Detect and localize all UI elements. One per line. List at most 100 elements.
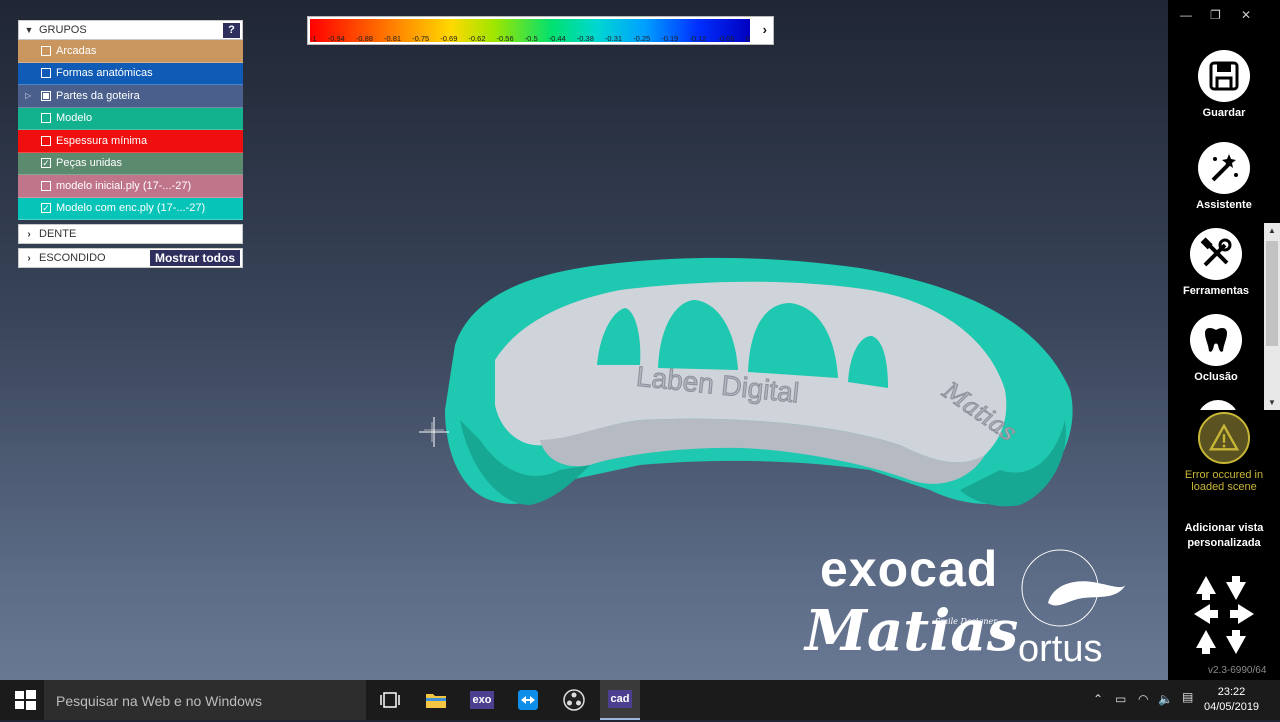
- scale-tick-label: -0.5: [524, 34, 538, 43]
- group-label: modelo inicial.ply (17-...-27): [56, 179, 192, 192]
- show-all-button[interactable]: Mostrar todos: [149, 250, 240, 266]
- notifications-icon[interactable]: ▤: [1182, 690, 1193, 704]
- group-checkbox[interactable]: [41, 90, 51, 101]
- groups-title: GRUPOS: [39, 24, 87, 36]
- groups-header[interactable]: ▼ GRUPOS ?: [18, 20, 243, 40]
- scale-tick-label: -0.44: [548, 34, 566, 43]
- file-explorer-icon[interactable]: [424, 688, 448, 712]
- group-label: Formas anatómicas: [56, 67, 153, 80]
- dente-label: DENTE: [39, 228, 77, 240]
- minimize-button[interactable]: —: [1180, 8, 1192, 22]
- help-button[interactable]: ?: [223, 23, 240, 38]
- ferramentas-button[interactable]: Ferramentas: [1166, 228, 1266, 297]
- group-row[interactable]: Arcadas: [18, 40, 243, 63]
- group-label: Modelo: [56, 112, 93, 125]
- oclusao-label: Oclusão: [1194, 371, 1238, 383]
- tray-battery-icon[interactable]: ▭: [1115, 692, 1126, 706]
- taskbar-app-cad[interactable]: cad: [600, 680, 640, 720]
- toolbar-scrollbar[interactable]: ▲ ▼: [1264, 223, 1280, 410]
- chevron-down-icon: ▼: [24, 25, 34, 35]
- group-checkbox[interactable]: ✓: [41, 158, 51, 169]
- assistente-button[interactable]: Assistente: [1174, 142, 1274, 211]
- partial-tool-icon: [1197, 400, 1239, 410]
- tray-chevron-up-icon[interactable]: ⌃: [1093, 692, 1103, 706]
- restore-button[interactable]: ❐: [1210, 8, 1221, 22]
- chevron-right-icon: ›: [27, 252, 31, 264]
- group-label: Arcadas: [56, 44, 97, 57]
- group-row[interactable]: ▷ Partes da goteira: [18, 85, 243, 108]
- cad-app-label: cad: [607, 690, 633, 708]
- dente-section[interactable]: › DENTE: [18, 224, 243, 244]
- group-row[interactable]: modelo inicial.ply (17-...-27): [18, 175, 243, 198]
- groups-panel: ▼ GRUPOS ? Arcadas Formas anatómicas ▷ Part…: [18, 20, 243, 268]
- scale-tick-label: -0.88: [355, 34, 373, 43]
- group-checkbox[interactable]: [41, 113, 51, 124]
- group-row[interactable]: Formas anatómicas: [18, 62, 243, 85]
- scale-tick-label: -0.94: [327, 34, 345, 43]
- close-button[interactable]: ✕: [1241, 8, 1251, 22]
- obs-icon[interactable]: [562, 688, 586, 712]
- save-icon: [1198, 50, 1250, 102]
- ortus-logo-mark: [1021, 549, 1126, 627]
- scrollbar-thumb[interactable]: [1266, 241, 1278, 346]
- error-indicator[interactable]: Error occured in loaded scene: [1174, 412, 1274, 493]
- group-checkbox[interactable]: [41, 180, 51, 191]
- group-label: Modelo com enc.ply (17-...-27): [56, 202, 206, 215]
- group-row[interactable]: ✓ Modelo com enc.ply (17-...-27): [18, 197, 243, 220]
- escondido-section[interactable]: › ESCONDIDO Mostrar todos: [18, 248, 243, 268]
- scale-tick-label: -0.62: [468, 34, 486, 43]
- clock-date: 04/05/2019: [1204, 701, 1260, 713]
- scale-tick-label: -0.75: [412, 34, 430, 43]
- chevron-right-icon: ›: [27, 228, 31, 240]
- group-checkbox[interactable]: [41, 68, 51, 79]
- view-navigation-arrows-icon[interactable]: [1190, 570, 1258, 658]
- group-checkbox[interactable]: ✓: [41, 203, 51, 214]
- windows-taskbar: Pesquisar na Web e no Windows exo cad ⌃ …: [0, 680, 1280, 720]
- guardar-button[interactable]: Guardar: [1174, 50, 1274, 119]
- scale-tick-label: -0.25: [633, 34, 651, 43]
- expand-triangle-icon[interactable]: ▷: [25, 91, 31, 100]
- exocad-logo: exocad: [820, 541, 999, 597]
- scale-expand-button[interactable]: ›: [763, 22, 767, 37]
- group-row[interactable]: Espessura mínima: [18, 130, 243, 153]
- scale-tick-label: -0.69: [440, 34, 458, 43]
- color-scale-ticks: -1 -0.94 -0.88 -0.81 -0.75 -0.69 -0.62 -0.56 -0.…: [310, 34, 750, 43]
- taskbar-clock[interactable]: 23:22 04/05/2019: [1204, 685, 1259, 715]
- tools-icon: [1190, 228, 1242, 280]
- assistente-label: Assistente: [1196, 199, 1252, 211]
- task-view-icon[interactable]: [378, 688, 402, 712]
- group-label: Peças unidas: [56, 157, 123, 170]
- error-label: Error occured in loaded scene: [1184, 469, 1264, 493]
- scale-tick-label: -0.31: [604, 34, 623, 43]
- scroll-up-icon[interactable]: ▲: [1264, 226, 1280, 235]
- scale-tick-label: -0.12: [689, 34, 707, 43]
- matias-logo: Matias: [805, 598, 1019, 664]
- taskbar-app-exo[interactable]: exo: [462, 680, 502, 720]
- oclusao-button[interactable]: Oclusão: [1166, 314, 1266, 383]
- teamviewer-icon[interactable]: [516, 688, 540, 712]
- occlusion-tooth-icon: [1190, 314, 1242, 366]
- scroll-down-icon[interactable]: ▼: [1264, 398, 1280, 407]
- exo-app-label: exo: [469, 691, 495, 709]
- group-checkbox[interactable]: [41, 45, 51, 56]
- group-row[interactable]: ✓ Peças unidas: [18, 152, 243, 175]
- group-label: Partes da goteira: [56, 89, 140, 102]
- escondido-label: ESCONDIDO: [39, 252, 106, 264]
- scale-tick-label: -0.56: [496, 34, 514, 43]
- ortus-logo: ortus: [1018, 628, 1103, 670]
- add-custom-view-button[interactable]: Adicionar vista personalizada: [1174, 521, 1274, 551]
- scale-tick-label: 0: [745, 34, 750, 43]
- taskbar-search-input[interactable]: Pesquisar na Web e no Windows: [44, 680, 366, 720]
- matias-logo-subtitle: Smile Designer: [935, 617, 998, 626]
- group-checkbox[interactable]: [41, 135, 51, 146]
- group-list: Arcadas Formas anatómicas ▷ Partes da gotei…: [18, 40, 243, 220]
- warning-icon: [1198, 412, 1250, 464]
- tray-wifi-icon[interactable]: ◠: [1138, 692, 1148, 706]
- tray-volume-icon[interactable]: 🔈: [1158, 692, 1173, 706]
- guardar-label: Guardar: [1202, 107, 1246, 119]
- group-row[interactable]: Modelo: [18, 107, 243, 130]
- windows-start-icon[interactable]: [13, 688, 37, 712]
- scale-tick-label: -0.38: [576, 34, 594, 43]
- clock-time: 23:22: [1217, 686, 1246, 698]
- crosshair-cursor: [419, 417, 449, 447]
